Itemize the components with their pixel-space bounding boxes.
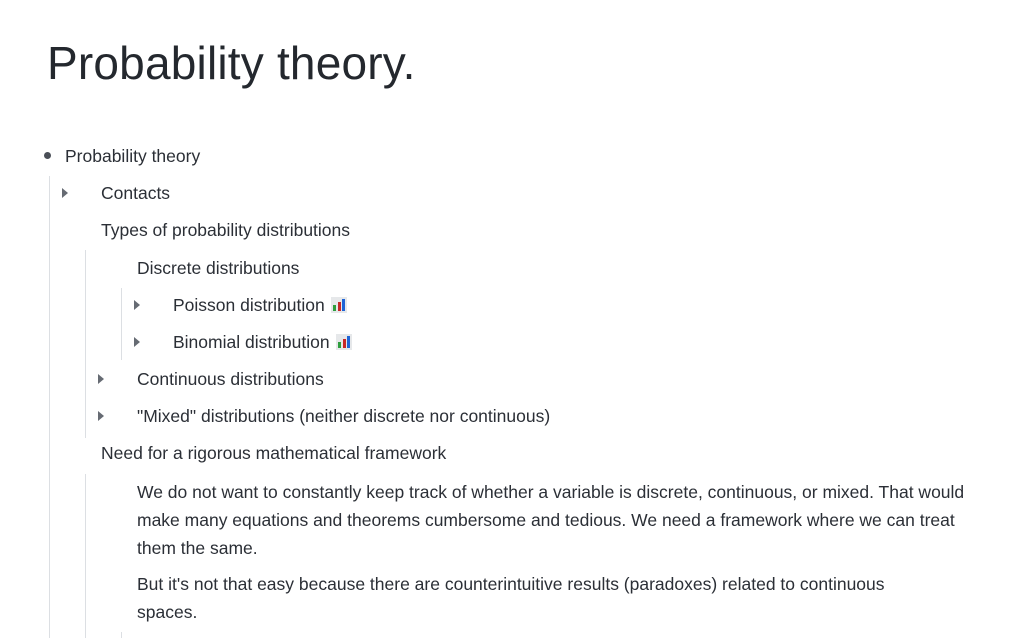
block-probability-theory[interactable]: Probability theory [65, 146, 200, 166]
bullet-icon[interactable] [44, 152, 51, 159]
block-need-framework[interactable]: Need for a rigorous mathematical framewo… [101, 443, 446, 463]
guide-line [121, 288, 122, 360]
block-binomial-label: Binomial distribution [173, 332, 330, 352]
block-paragraph-2[interactable]: But it's not that easy because there are… [137, 570, 917, 626]
block-types[interactable]: Types of probability distributions [101, 220, 350, 240]
guide-line [85, 250, 86, 438]
collapse-arrow-icon[interactable] [98, 374, 104, 384]
collapse-arrow-icon[interactable] [134, 337, 140, 347]
page-title: Probability theory. [47, 37, 416, 89]
block-paragraph-1[interactable]: We do not want to constantly keep track … [137, 478, 967, 562]
block-binomial[interactable]: Binomial distribution [173, 332, 352, 352]
guide-line [85, 474, 86, 638]
block-discrete[interactable]: Discrete distributions [137, 258, 299, 278]
bar-chart-icon [330, 297, 347, 313]
block-contacts[interactable]: Contacts [101, 183, 170, 203]
block-mixed[interactable]: "Mixed" distributions (neither discrete … [137, 406, 550, 426]
block-poisson[interactable]: Poisson distribution [173, 295, 347, 315]
block-continuous[interactable]: Continuous distributions [137, 369, 324, 389]
guide-line [121, 632, 122, 638]
block-poisson-label: Poisson distribution [173, 295, 325, 315]
guide-line [49, 176, 50, 638]
collapse-arrow-icon[interactable] [98, 411, 104, 421]
collapse-arrow-icon[interactable] [134, 300, 140, 310]
bar-chart-icon [335, 334, 352, 350]
collapse-arrow-icon[interactable] [62, 188, 68, 198]
